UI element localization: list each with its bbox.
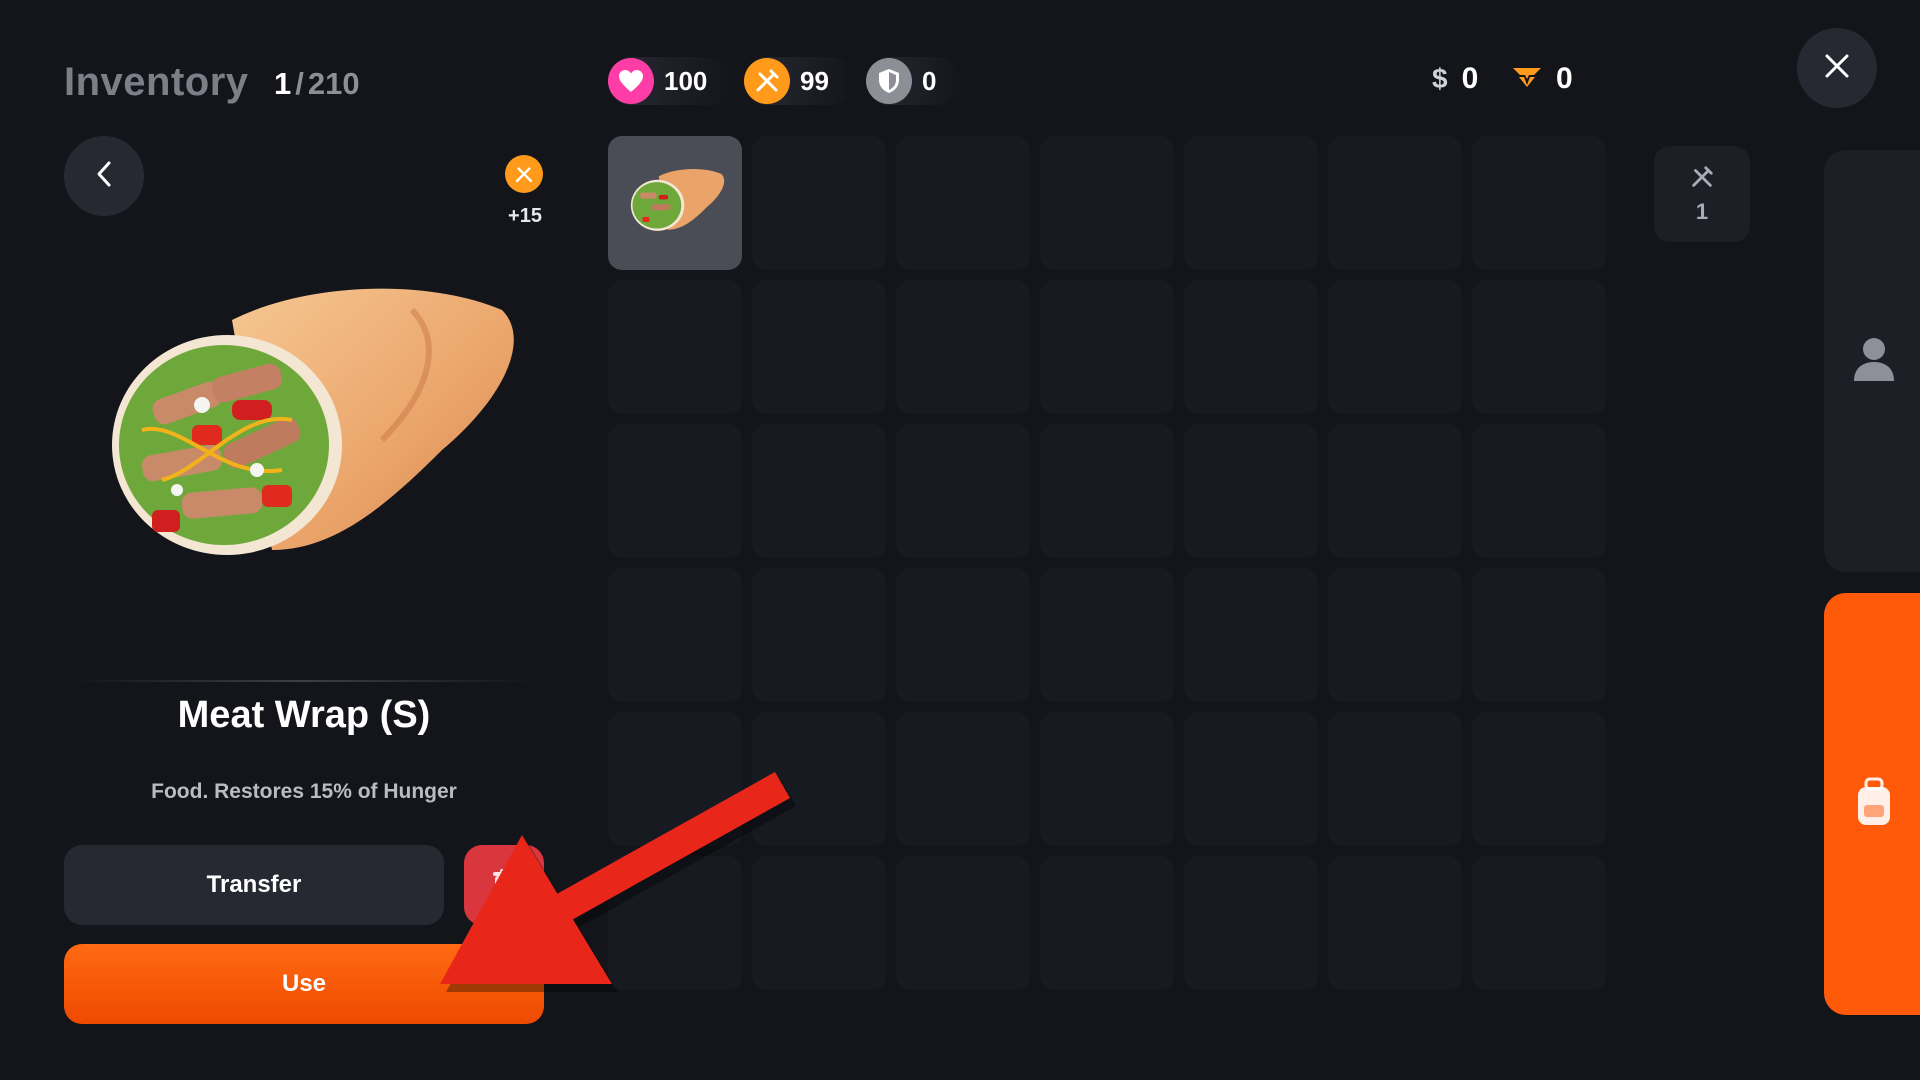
fork-knife-icon: [744, 58, 790, 104]
premium-value: 0: [1556, 62, 1573, 95]
premium-balance: 0: [1512, 62, 1573, 96]
use-button[interactable]: Use: [64, 944, 544, 1024]
inventory-slot-empty[interactable]: [1328, 280, 1462, 414]
inventory-count-max: 210: [307, 66, 360, 101]
tab-backpack[interactable]: [1824, 593, 1920, 1015]
inventory-slot-empty[interactable]: [1472, 136, 1606, 270]
inventory-slot-empty[interactable]: [896, 856, 1030, 990]
health-stat: 100: [608, 57, 734, 105]
health-value: 100: [664, 65, 708, 96]
hunger-stat: 99: [744, 57, 855, 105]
inventory-slot-empty[interactable]: [608, 712, 742, 846]
heart-icon: [608, 58, 654, 104]
page-title: Inventory: [64, 60, 249, 104]
tab-profile[interactable]: [1824, 150, 1920, 572]
inventory-slot-empty[interactable]: [1184, 712, 1318, 846]
inventory-slot-empty[interactable]: [896, 568, 1030, 702]
transfer-button[interactable]: Transfer: [64, 845, 444, 925]
inventory-slot-empty[interactable]: [752, 568, 886, 702]
divider: [68, 680, 536, 682]
inventory-slot-empty[interactable]: [608, 856, 742, 990]
armor-stat: 0: [866, 57, 963, 105]
inventory-slot-empty[interactable]: [1472, 712, 1606, 846]
armor-value: 0: [922, 65, 937, 96]
cash-value: 0: [1461, 62, 1479, 95]
chevron-left-icon: [95, 160, 113, 193]
inventory-slot-empty[interactable]: [752, 136, 886, 270]
inventory-slot-empty[interactable]: [1472, 568, 1606, 702]
hunger-bonus: +15: [508, 205, 542, 227]
meat-wrap-image: [82, 280, 522, 590]
inventory-slot-empty[interactable]: [1328, 424, 1462, 558]
inventory-count-separator: /: [295, 66, 304, 101]
backpack-icon: [1854, 777, 1894, 832]
inventory-slot-empty[interactable]: [608, 280, 742, 414]
meat-wrap-thumbnail: [630, 169, 725, 231]
inventory-slot-empty[interactable]: [1328, 136, 1462, 270]
inventory-slot-empty[interactable]: [1184, 280, 1318, 414]
inventory-slot-empty[interactable]: [1184, 568, 1318, 702]
item-description: Food. Restores 15% of Hunger: [151, 780, 457, 803]
food-filter-count: 1: [1695, 198, 1709, 224]
inventory-slot-empty[interactable]: [1472, 280, 1606, 414]
inventory-slot-empty[interactable]: [1040, 856, 1174, 990]
inventory-slot-empty[interactable]: [1184, 856, 1318, 990]
inventory-count: 1/210: [274, 66, 360, 102]
inventory-slot-empty[interactable]: [1040, 280, 1174, 414]
inventory-slot-empty[interactable]: [1472, 424, 1606, 558]
inventory-slot-empty[interactable]: [896, 280, 1030, 414]
inventory-slot-empty[interactable]: [896, 712, 1030, 846]
inventory-slot-empty[interactable]: [896, 424, 1030, 558]
inventory-slot-empty[interactable]: [752, 424, 886, 558]
inventory-slot-empty[interactable]: [1328, 712, 1462, 846]
delete-button[interactable]: [464, 845, 544, 925]
inventory-slot-empty[interactable]: [1040, 712, 1174, 846]
person-icon: [1852, 335, 1896, 388]
inventory-grid: [608, 136, 1606, 990]
trash-icon: [492, 868, 516, 902]
inventory-slot-empty[interactable]: [1040, 424, 1174, 558]
shield-icon: [866, 58, 912, 104]
hunger-value: 99: [800, 65, 829, 96]
inventory-slot-empty[interactable]: [1328, 856, 1462, 990]
inventory-slot-empty[interactable]: [1040, 568, 1174, 702]
premium-coin-icon: [1512, 62, 1542, 96]
back-button[interactable]: [64, 136, 144, 216]
item-name: Meat Wrap (S): [177, 694, 431, 736]
inventory-slot-empty[interactable]: [1472, 856, 1606, 990]
inventory-slot-empty[interactable]: [608, 424, 742, 558]
inventory-slot-empty[interactable]: [752, 280, 886, 414]
inventory-slot-empty[interactable]: [896, 136, 1030, 270]
close-button[interactable]: [1797, 28, 1877, 108]
close-icon: [1824, 53, 1850, 84]
cash-balance: $ 0: [1432, 62, 1478, 96]
fork-knife-icon: [1689, 164, 1715, 195]
inventory-slot-empty[interactable]: [752, 712, 886, 846]
inventory-slot-empty[interactable]: [608, 568, 742, 702]
inventory-slot-empty[interactable]: [1184, 424, 1318, 558]
dollar-icon: $: [1432, 63, 1448, 94]
inventory-count-current: 1: [274, 66, 292, 101]
inventory-slot-empty[interactable]: [1184, 136, 1318, 270]
inventory-slot-meat-wrap[interactable]: [608, 136, 742, 270]
inventory-slot-empty[interactable]: [752, 856, 886, 990]
inventory-slot-empty[interactable]: [1040, 136, 1174, 270]
inventory-slot-empty[interactable]: [1328, 568, 1462, 702]
food-filter-button[interactable]: 1: [1654, 146, 1750, 242]
fork-knife-icon: [505, 155, 543, 193]
